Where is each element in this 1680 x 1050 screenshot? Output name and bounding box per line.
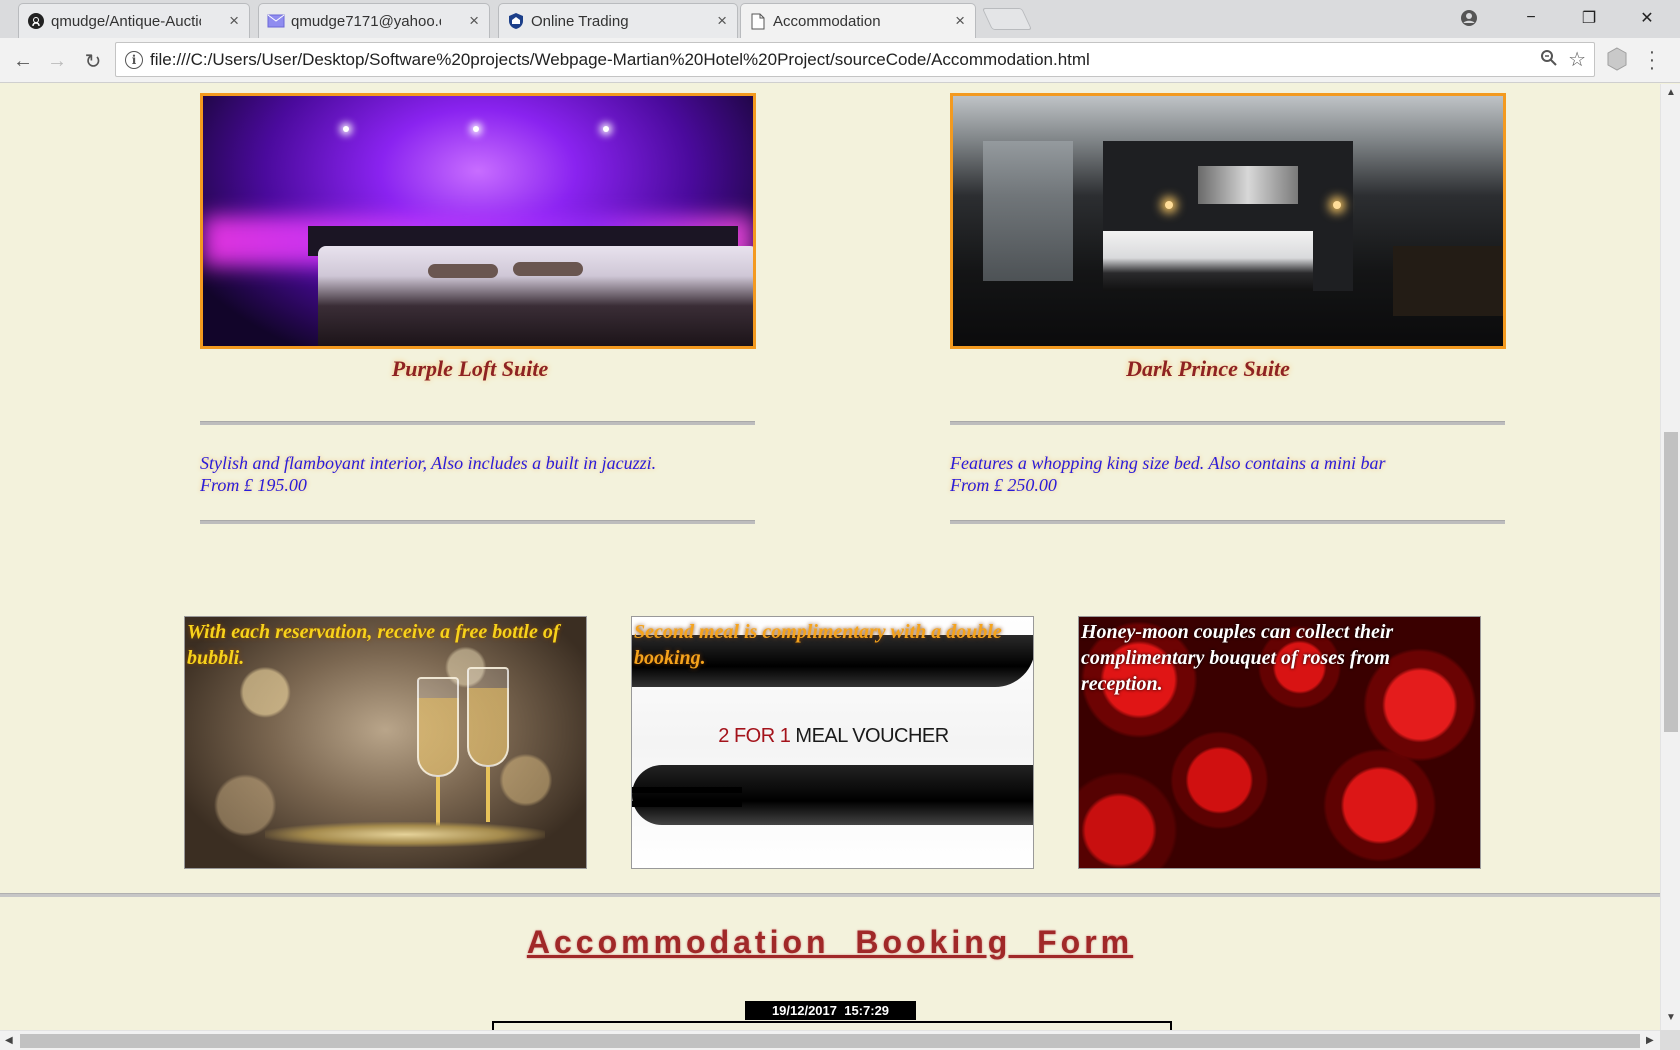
tab-label: Accommodation bbox=[773, 12, 881, 30]
tab-github[interactable]: qmudge/Antique-Auction × bbox=[18, 3, 250, 38]
suite-description-text: Features a whopping king size bed. Also … bbox=[950, 453, 1386, 473]
booking-form-title: Accommodation Booking Form bbox=[526, 924, 1134, 960]
promo-text: Second meal is complimentary with a doub… bbox=[634, 621, 1002, 669]
promo-meal-voucher: 2 FOR 1 MEAL VOUCHER Second meal is comp… bbox=[631, 616, 1034, 869]
url-text[interactable]: file:///C:/Users/User/Desktop/Software%2… bbox=[150, 43, 1090, 76]
purple-loft-suite-image bbox=[200, 93, 756, 349]
vertical-scroll-thumb[interactable] bbox=[1664, 432, 1678, 732]
vertical-scrollbar[interactable]: ▲ ▼ bbox=[1660, 84, 1680, 1030]
suite-divider bbox=[950, 421, 1505, 425]
tab-label: qmudge/Antique-Auction bbox=[51, 12, 201, 30]
promo-champagne: With each reservation, receive a free bo… bbox=[184, 616, 587, 869]
info-icon[interactable]: i bbox=[125, 51, 143, 69]
scroll-down-icon[interactable]: ▼ bbox=[1666, 1012, 1676, 1023]
suite-description: Stylish and flamboyant interior, Also in… bbox=[200, 452, 800, 496]
bookmark-star-icon[interactable]: ☆ bbox=[1568, 47, 1586, 72]
tab-label: Online Trading bbox=[531, 12, 629, 30]
tab-strip: qmudge/Antique-Auction × qmudge7171@yaho… bbox=[0, 0, 1680, 38]
tab-label: qmudge7171@yahoo.com bbox=[291, 12, 441, 30]
promo-roses: Honey-moon couples can collect their com… bbox=[1078, 616, 1481, 869]
tab-accommodation[interactable]: Accommodation × bbox=[740, 3, 976, 38]
suite-title: Dark Prince Suite bbox=[1126, 356, 1290, 381]
dark-prince-suite-image bbox=[950, 93, 1506, 349]
close-window-button[interactable]: ✕ bbox=[1624, 4, 1670, 32]
suite-price: From £ 195.00 bbox=[200, 475, 307, 495]
suite-description-text: Stylish and flamboyant interior, Also in… bbox=[200, 453, 657, 473]
profile-icon[interactable] bbox=[1446, 4, 1492, 32]
promo-text: Honey-moon couples can collect their com… bbox=[1081, 621, 1394, 695]
page-viewport: Purple Loft Suite Stylish and flamboyant… bbox=[0, 84, 1660, 1030]
close-icon[interactable]: × bbox=[469, 11, 479, 31]
suite-divider bbox=[200, 421, 755, 425]
close-icon[interactable]: × bbox=[955, 11, 965, 31]
booking-form-container bbox=[492, 1021, 1172, 1030]
scrollbar-corner bbox=[1660, 1030, 1680, 1050]
current-datetime: 19/12/2017 15:7:29 bbox=[745, 1001, 916, 1020]
horizontal-scroll-thumb[interactable] bbox=[20, 1034, 1640, 1048]
tab-yahoo-mail[interactable]: qmudge7171@yahoo.com × bbox=[258, 3, 490, 38]
suite-divider bbox=[950, 520, 1505, 524]
bank-shield-icon bbox=[507, 12, 525, 30]
suite-description: Features a whopping king size bed. Also … bbox=[950, 452, 1550, 496]
extension-icon[interactable] bbox=[1605, 46, 1629, 74]
suite-title: Purple Loft Suite bbox=[391, 356, 549, 381]
tab-online-trading[interactable]: Online Trading × bbox=[498, 3, 738, 38]
scroll-left-icon[interactable]: ◀ bbox=[5, 1035, 13, 1046]
suite-divider bbox=[200, 520, 755, 524]
mail-icon bbox=[267, 12, 285, 30]
browser-toolbar: ← → ↻ i file:///C:/Users/User/Desktop/So… bbox=[0, 38, 1680, 83]
meal-voucher-label: 2 FOR 1 MEAL VOUCHER bbox=[718, 725, 949, 747]
address-bar[interactable]: i file:///C:/Users/User/Desktop/Software… bbox=[115, 42, 1595, 77]
reload-button[interactable]: ↻ bbox=[78, 46, 108, 76]
github-icon bbox=[27, 12, 45, 30]
zoom-icon[interactable] bbox=[1540, 49, 1558, 72]
page-icon bbox=[749, 12, 767, 30]
section-divider bbox=[0, 893, 1660, 897]
scroll-right-icon[interactable]: ▶ bbox=[1646, 1035, 1654, 1046]
menu-icon[interactable]: · · · bbox=[1647, 42, 1657, 78]
scroll-up-icon[interactable]: ▲ bbox=[1666, 87, 1676, 98]
horizontal-scrollbar[interactable]: ◀ ▶ bbox=[0, 1030, 1660, 1050]
suite-price: From £ 250.00 bbox=[950, 475, 1057, 495]
close-icon[interactable]: × bbox=[717, 11, 727, 31]
new-tab-button[interactable] bbox=[981, 8, 1033, 30]
promo-text: With each reservation, receive a free bo… bbox=[187, 621, 560, 669]
forward-button[interactable]: → bbox=[42, 46, 72, 76]
minimize-button[interactable]: − bbox=[1508, 4, 1554, 32]
close-icon[interactable]: × bbox=[229, 11, 239, 31]
back-button[interactable]: ← bbox=[8, 46, 38, 76]
restore-button[interactable]: ❐ bbox=[1566, 4, 1612, 32]
